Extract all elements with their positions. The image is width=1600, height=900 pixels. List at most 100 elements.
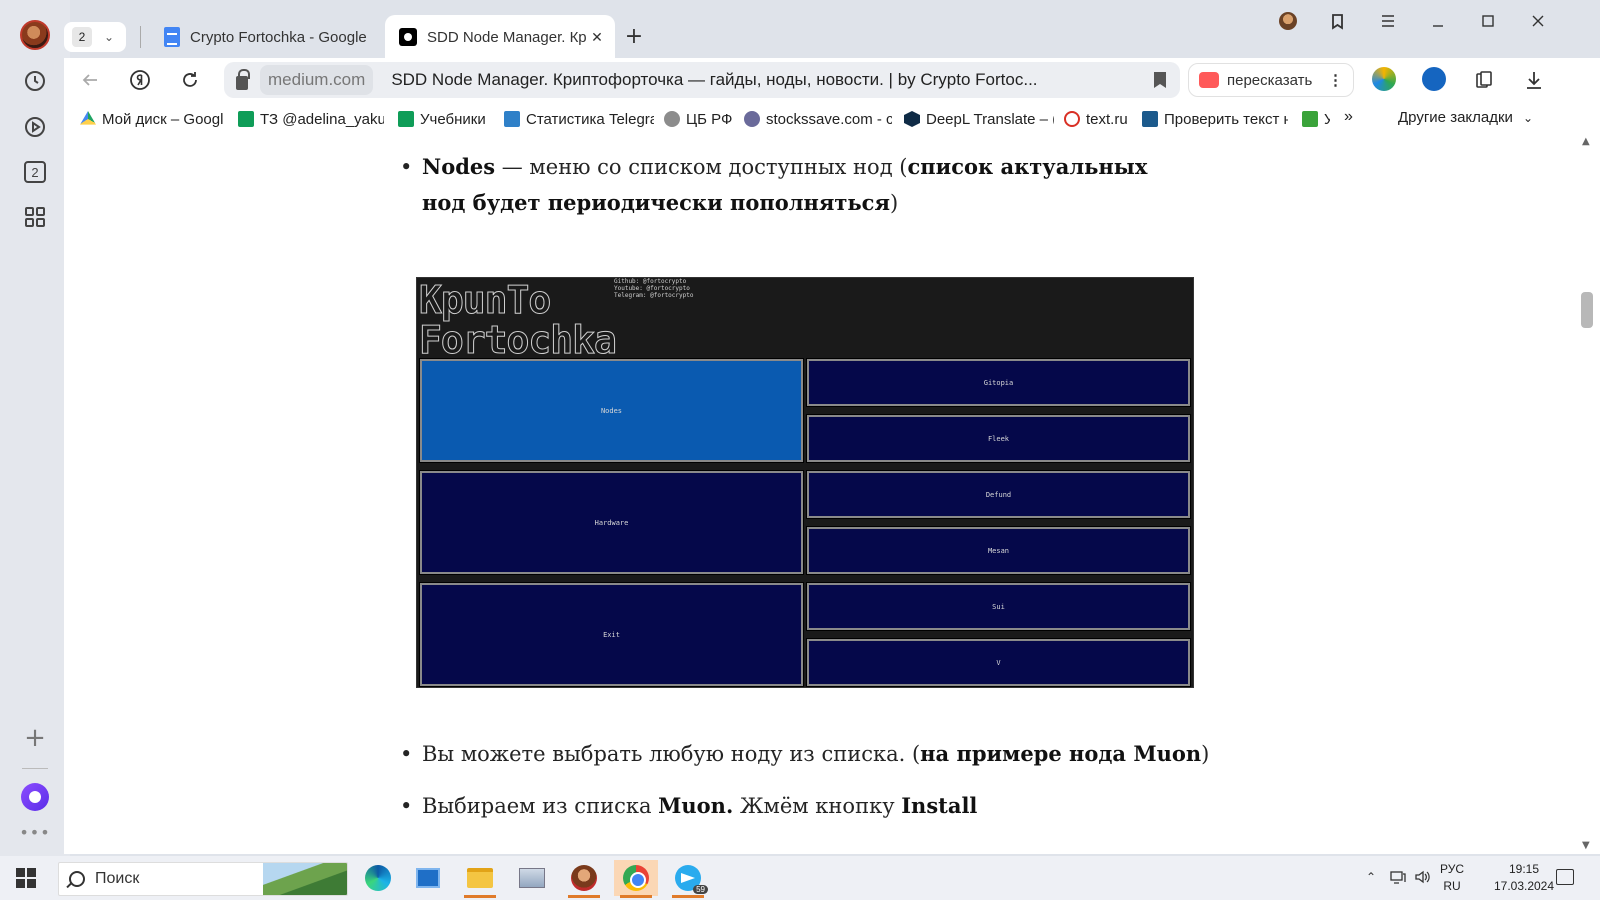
google-sheets-icon — [238, 111, 254, 127]
tab-group-selector[interactable]: 2 ⌄ — [64, 22, 126, 52]
volume-icon[interactable] — [1414, 870, 1430, 887]
url-page-title: SDD Node Manager. Криптофорточка — гайды… — [391, 70, 1038, 89]
back-button[interactable] — [76, 66, 104, 94]
tab-sdd-node-manager[interactable]: SDD Node Manager. Кр ✕ — [385, 15, 615, 59]
info-line: Telegram: @fortocrypto — [614, 292, 694, 299]
bookmark-label: Статистика Telegra — [526, 110, 654, 128]
profile-icon[interactable] — [1275, 8, 1301, 34]
bookmark-icon[interactable] — [1140, 72, 1180, 88]
photos-taskbar-icon[interactable] — [510, 860, 554, 896]
app-avatar-taskbar-icon[interactable] — [562, 860, 606, 898]
close-tab-icon[interactable]: ✕ — [587, 29, 607, 46]
download-icon[interactable] — [1520, 66, 1548, 94]
reading-list-icon[interactable] — [1470, 66, 1498, 94]
eagle-emblem-icon — [664, 111, 680, 127]
telegram-taskbar-icon[interactable]: 59 — [666, 860, 710, 898]
tabs-count: 2 — [24, 161, 46, 183]
profile-avatar[interactable] — [20, 20, 50, 50]
tab-group-count: 2 — [72, 27, 92, 47]
sidebar-more-icon[interactable]: ••• — [19, 816, 51, 848]
list-item-choose-node: Вы можете выбрать любую ноду из списка. … — [400, 736, 1222, 772]
new-tab-button[interactable]: + — [620, 22, 648, 50]
windows-start-icon[interactable] — [16, 868, 36, 888]
tab-divider — [140, 26, 141, 48]
bookmark-textbooks[interactable]: Учебники — [398, 109, 494, 129]
lang-top: РУС — [1440, 862, 1465, 876]
media-play-icon[interactable] — [19, 111, 51, 143]
tab-crypto-fortochka[interactable]: Crypto Fortochka - Google — [160, 15, 372, 59]
extension-infinity-icon[interactable] — [1422, 67, 1446, 91]
bookmark-cbr[interactable]: ЦБ РФ — [664, 109, 744, 129]
bookmark-u[interactable]: У — [1302, 109, 1330, 129]
bookmark-label: ЦБ РФ — [686, 110, 733, 128]
reload-button[interactable] — [176, 66, 204, 94]
history-icon[interactable] — [19, 65, 51, 97]
add-panel-icon[interactable]: + — [19, 722, 51, 754]
terminal-button-exit: Exit — [419, 582, 804, 687]
terminal-screenshot: KpunTo Fortochka Github: @fortocrypto Yo… — [416, 277, 1194, 688]
taskbar-search[interactable]: Поиск — [58, 862, 348, 896]
text: — меню со списком доступных нод ( — [495, 155, 908, 179]
system-clock[interactable]: 19:15 17.03.2024 — [1484, 861, 1564, 895]
close-window-icon[interactable] — [1525, 8, 1551, 34]
address-bar[interactable]: medium.com SDD Node Manager. Криптофорто… — [224, 62, 1180, 98]
bookmark-stockssave[interactable]: stockssave.com - c — [744, 109, 892, 129]
terminal-button-hardware: Hardware — [419, 470, 804, 575]
info-line: Youtube: @fortocrypto — [614, 285, 690, 292]
bookmark-textru[interactable]: text.ru — [1064, 109, 1134, 129]
clock-time: 19:15 — [1508, 862, 1540, 876]
services-grid-icon[interactable] — [19, 201, 51, 233]
terminal-button-nodes: Nodes — [419, 358, 804, 463]
bold-text: Install — [901, 793, 978, 818]
logo-line: KpunTo — [419, 278, 552, 322]
google-docs-icon — [164, 27, 180, 47]
bookmark-telegram-stats[interactable]: Статистика Telegra — [504, 109, 654, 129]
bold-text: Nodes — [422, 154, 496, 179]
network-icon[interactable] — [1390, 870, 1406, 887]
notifications-icon[interactable] — [1556, 869, 1574, 885]
input-language[interactable]: РУС RU — [1440, 861, 1464, 895]
text: Выбираем из списка — [422, 794, 659, 818]
search-placeholder: Поиск — [95, 870, 140, 887]
alice-assistant-icon[interactable] — [19, 781, 51, 813]
medium-icon — [399, 28, 417, 46]
file-explorer-taskbar-icon[interactable] — [458, 860, 502, 898]
terminal-button-fleek: Fleek — [806, 414, 1191, 463]
menu-icon[interactable] — [1375, 8, 1401, 34]
search-highlight-image — [263, 863, 347, 895]
bookmark-google-drive[interactable]: Мой диск – Googl — [80, 109, 228, 129]
retell-label: пересказать — [1227, 71, 1313, 89]
bookmark-tz[interactable]: ТЗ @adelina_yaku — [238, 109, 384, 129]
other-bookmarks-label: Другие закладки — [1398, 109, 1513, 126]
retell-button[interactable]: пересказать ⋮ — [1188, 63, 1354, 97]
edge-taskbar-icon[interactable] — [356, 860, 400, 896]
lock-icon[interactable] — [224, 62, 260, 98]
tab-strip: 2 ⌄ Crypto Fortochka - Google SDD Node M… — [60, 0, 1600, 60]
extension-translate-icon[interactable] — [1372, 67, 1396, 91]
terminal-button-mesan: Mesan — [806, 526, 1191, 575]
minimize-icon[interactable] — [1425, 8, 1451, 34]
other-bookmarks-folder[interactable]: Другие закладки ⌄ — [1398, 109, 1533, 126]
browser-taskbar-icon[interactable] — [614, 860, 658, 898]
vertical-scrollbar[interactable]: ▲ ▼ — [1574, 136, 1600, 854]
bookmark-deepl[interactable]: DeepL Translate – ( — [904, 109, 1054, 129]
search-icon — [69, 871, 85, 887]
yandex-home-button[interactable] — [126, 66, 154, 94]
bookmarks-overflow-icon[interactable]: » — [1344, 108, 1353, 126]
text: ) — [889, 191, 899, 215]
more-vertical-icon[interactable]: ⋮ — [1328, 71, 1343, 89]
tray-chevron-up-icon[interactable]: ⌃ — [1366, 870, 1376, 884]
bookmark-check-text[interactable]: Проверить текст н — [1142, 109, 1288, 129]
scrollbar-thumb[interactable] — [1581, 292, 1593, 328]
maximize-icon[interactable] — [1475, 8, 1501, 34]
scroll-up-icon[interactable]: ▲ — [1582, 136, 1590, 147]
bold-text: Muon. — [658, 793, 734, 818]
bookmarks-bar: Мой диск – Googl ТЗ @adelina_yaku Учебни… — [64, 100, 1600, 136]
logo-line: Fortochka — [419, 318, 618, 362]
tabs-count-button[interactable]: 2 — [19, 156, 51, 188]
bookmark-label: У — [1324, 110, 1330, 128]
news-taskbar-icon[interactable] — [406, 860, 450, 896]
scroll-down-icon[interactable]: ▼ — [1582, 840, 1590, 851]
text: ) — [1201, 742, 1210, 766]
collections-icon[interactable] — [1325, 8, 1351, 34]
